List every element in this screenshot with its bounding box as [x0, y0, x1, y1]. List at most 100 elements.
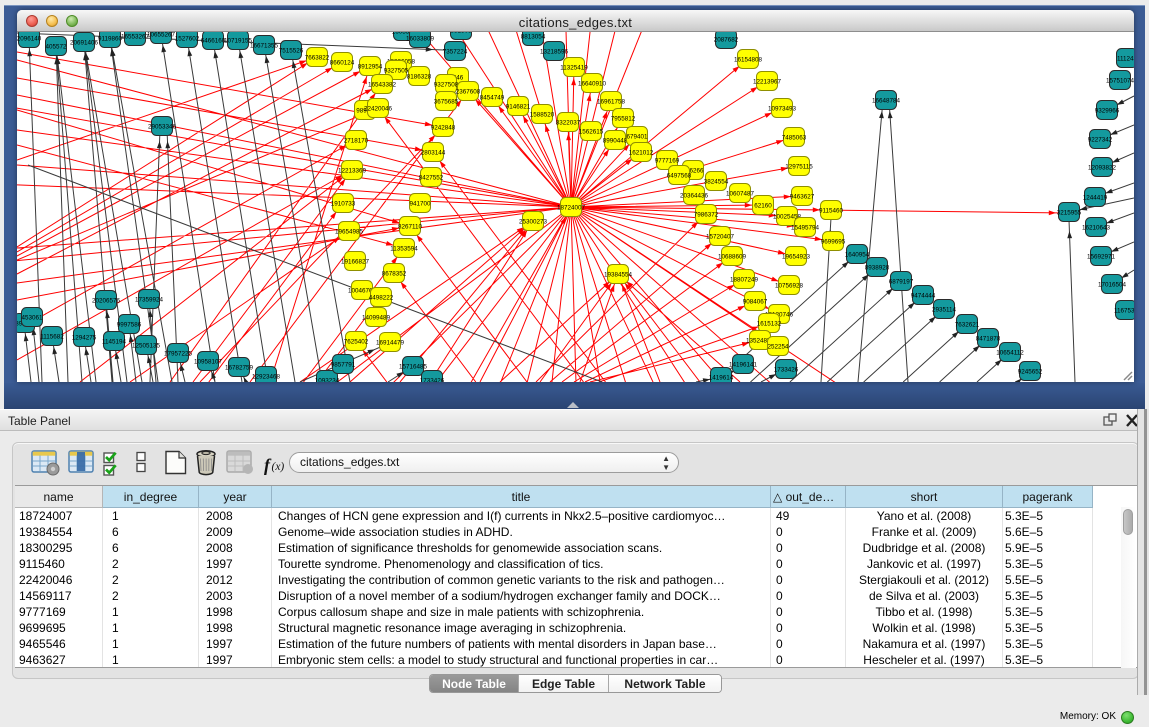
- svg-text:16640910: 16640910: [578, 81, 607, 88]
- svg-text:1115682: 1115682: [40, 334, 64, 341]
- svg-text:29053346: 29053346: [148, 124, 177, 131]
- svg-text:16914479: 16914479: [376, 340, 405, 347]
- svg-text:10719155: 10719155: [224, 38, 253, 45]
- svg-text:1294275: 1294275: [72, 335, 97, 342]
- svg-text:18724007: 18724007: [557, 205, 586, 212]
- svg-text:9857791: 9857791: [331, 362, 356, 369]
- svg-text:8186328: 8186328: [407, 74, 432, 81]
- svg-text:9227342: 9227342: [1088, 137, 1113, 144]
- svg-text:16671355: 16671355: [250, 43, 279, 50]
- svg-text:10756928: 10756928: [775, 283, 804, 290]
- svg-text:10654112: 10654112: [996, 350, 1024, 357]
- svg-text:941700: 941700: [409, 201, 431, 208]
- svg-text:7357224: 7357224: [443, 49, 468, 56]
- svg-text:8678352: 8678352: [382, 271, 407, 278]
- svg-text:20691406: 20691406: [70, 40, 99, 47]
- svg-text:11353594: 11353594: [390, 246, 418, 253]
- svg-text:6466160: 6466160: [201, 38, 226, 45]
- svg-text:1733426: 1733426: [420, 378, 445, 385]
- svg-text:3215955: 3215955: [1057, 210, 1082, 217]
- svg-text:16154808: 16154808: [734, 57, 763, 64]
- svg-text:9329966: 9329966: [1095, 108, 1120, 115]
- svg-text:10688609: 10688609: [718, 254, 747, 261]
- svg-text:1910733: 1910733: [331, 201, 356, 208]
- svg-text:2935114: 2935114: [932, 307, 957, 314]
- svg-text:10655267: 10655267: [147, 32, 176, 39]
- svg-text:8322037: 8322037: [556, 120, 581, 127]
- svg-text:19384554: 19384554: [604, 272, 633, 279]
- svg-text:9699695: 9699695: [821, 239, 846, 246]
- svg-text:1419614: 1419614: [709, 375, 734, 382]
- svg-text:14099489: 14099489: [362, 315, 391, 322]
- svg-text:19654985: 19654985: [335, 229, 364, 236]
- svg-text:7986372: 7986372: [694, 212, 719, 219]
- svg-text:7663822: 7663822: [305, 55, 330, 62]
- svg-text:8938928: 8938928: [865, 265, 890, 272]
- svg-text:1527602: 1527602: [175, 36, 200, 43]
- svg-text:2803144: 2803144: [421, 150, 446, 157]
- svg-text:17957225: 17957225: [164, 351, 193, 358]
- svg-text:11325419: 11325419: [560, 65, 588, 72]
- svg-text:2367608: 2367608: [456, 89, 481, 96]
- svg-text:16210643: 16210643: [1082, 225, 1111, 232]
- svg-text:8267110: 8267110: [398, 224, 423, 231]
- svg-text:16553267: 16553267: [121, 34, 150, 41]
- svg-text:1588520: 1588520: [530, 112, 555, 119]
- svg-text:16782759: 16782759: [225, 365, 254, 372]
- svg-text:252254: 252254: [767, 344, 789, 351]
- svg-text:8912954: 8912954: [358, 64, 383, 71]
- svg-text:12505135: 12505135: [132, 343, 161, 350]
- svg-text:1145194: 1145194: [102, 339, 127, 346]
- svg-text:9084067: 9084067: [743, 299, 768, 306]
- svg-text:22420046: 22420046: [364, 106, 393, 113]
- svg-text:3824554: 3824554: [704, 179, 729, 186]
- svg-text:18807249: 18807249: [730, 277, 759, 284]
- svg-text:4498222: 4498222: [369, 295, 394, 302]
- svg-text:16033809: 16033809: [406, 36, 435, 43]
- svg-text:9997586: 9997586: [117, 322, 142, 329]
- svg-text:1167535: 1167535: [1114, 308, 1139, 315]
- svg-text:8427552: 8427552: [419, 175, 444, 182]
- svg-text:2096140: 2096140: [17, 36, 42, 43]
- svg-text:881305: 881305: [450, 28, 472, 35]
- svg-text:10958107: 10958107: [194, 359, 223, 366]
- svg-text:19166827: 19166827: [341, 259, 370, 266]
- svg-text:1733426: 1733426: [774, 367, 799, 374]
- svg-text:9245652: 9245652: [1018, 369, 1043, 376]
- svg-text:17016504: 17016504: [1098, 282, 1127, 289]
- svg-text:15720407: 15720407: [706, 234, 735, 241]
- svg-text:1093234: 1093234: [315, 378, 340, 385]
- svg-text:3675685: 3675685: [434, 99, 459, 106]
- svg-text:17359924: 17359924: [135, 297, 164, 304]
- svg-text:1244419: 1244419: [1083, 195, 1108, 202]
- svg-text:2087682: 2087682: [714, 37, 739, 44]
- svg-text:(x): (x): [272, 461, 285, 473]
- svg-text:9327508: 9327508: [434, 82, 459, 89]
- svg-text:8471878: 8471878: [976, 336, 1001, 343]
- svg-text:7625402: 7625402: [344, 339, 369, 346]
- svg-text:12093822: 12093822: [1088, 165, 1117, 172]
- svg-text:9115460: 9115460: [819, 208, 844, 215]
- svg-text:9146821: 9146821: [506, 104, 531, 111]
- svg-text:62160: 62160: [754, 203, 772, 210]
- svg-text:12975115: 12975115: [785, 164, 813, 171]
- svg-text:8454749: 8454749: [480, 95, 505, 102]
- svg-text:16648784: 16648784: [872, 98, 901, 105]
- svg-text:12213967: 12213967: [753, 79, 782, 86]
- svg-text:7632621: 7632621: [955, 322, 980, 329]
- svg-text:15692971: 15692971: [1087, 254, 1116, 261]
- svg-text:16961758: 16961758: [597, 99, 626, 106]
- svg-text:9327505: 9327505: [384, 68, 409, 75]
- svg-text:453061: 453061: [21, 315, 43, 322]
- svg-text:111243: 111243: [1117, 56, 1138, 63]
- svg-text:2718170: 2718170: [344, 138, 369, 145]
- svg-text:1562615: 1562615: [579, 129, 604, 136]
- svg-text:6879197: 6879197: [889, 279, 914, 286]
- svg-text:13218596: 13218596: [540, 49, 569, 56]
- svg-text:1621012: 1621012: [629, 150, 654, 157]
- svg-text:10973493: 10973493: [768, 106, 797, 113]
- svg-text:7515526: 7515526: [279, 48, 304, 55]
- svg-text:8660124: 8660124: [330, 60, 355, 67]
- svg-text:20364436: 20364436: [680, 193, 709, 200]
- svg-text:7485063: 7485063: [782, 135, 807, 142]
